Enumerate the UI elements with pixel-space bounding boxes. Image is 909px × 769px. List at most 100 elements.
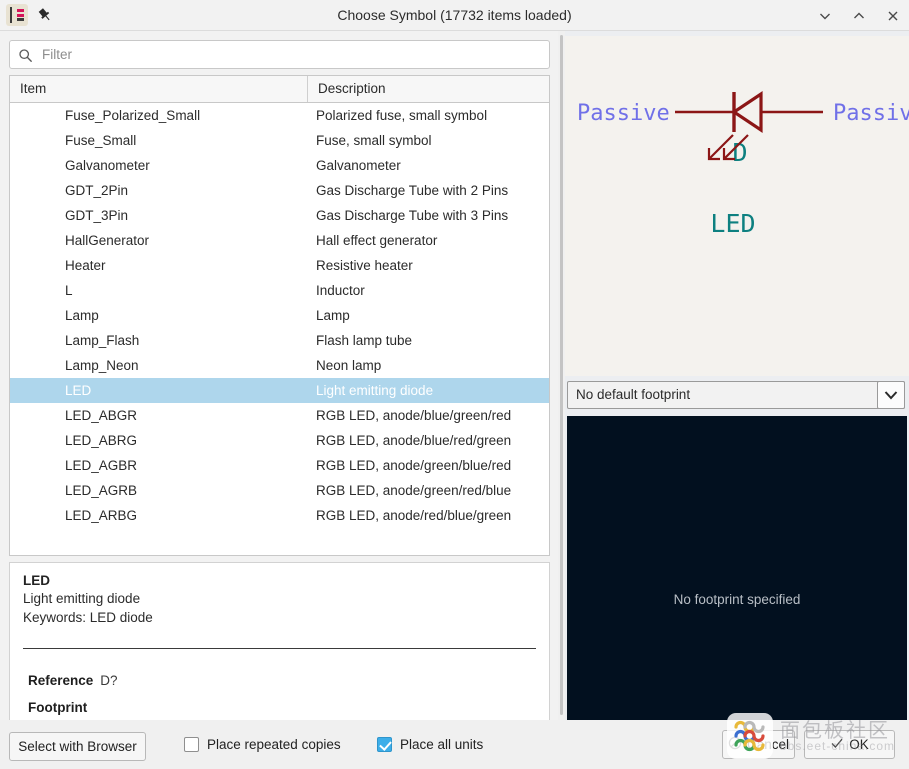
detail-field-reference-label: Reference — [28, 673, 94, 688]
row-item-name: GDT_3Pin — [65, 208, 129, 223]
cancel-label: Cancel — [746, 737, 790, 752]
column-header-item[interactable]: Item — [10, 76, 308, 102]
minimize-button[interactable] — [817, 8, 833, 24]
column-header-description[interactable]: Description — [309, 76, 549, 102]
row-item-name: LED — [65, 383, 92, 398]
left-panel: Item Description Fuse_Polarized_Small Pol… — [0, 31, 558, 751]
table-row[interactable]: Heater Resistive heater — [10, 253, 549, 278]
table-row[interactable]: L Inductor — [10, 278, 549, 303]
table-row[interactable]: LED_AGRB RGB LED, anode/green/red/blue — [10, 478, 549, 503]
footprint-select-value: No default footprint — [576, 387, 691, 402]
table-row[interactable]: HallGenerator Hall effect generator — [10, 228, 549, 253]
ok-button[interactable]: OK — [804, 730, 895, 759]
footprint-select[interactable]: No default footprint — [567, 381, 905, 409]
row-item-description: Galvanometer — [316, 158, 401, 173]
footprint-select-chevron-down-icon[interactable] — [877, 381, 905, 409]
table-row[interactable]: Lamp_Neon Neon lamp — [10, 353, 549, 378]
panel-splitter[interactable] — [558, 31, 565, 720]
row-item-name: GDT_2Pin — [65, 183, 129, 198]
detail-description: Light emitting diode — [23, 591, 141, 606]
table-row[interactable]: Fuse_Small Fuse, small symbol — [10, 128, 549, 153]
cancel-button[interactable]: Cancel — [722, 730, 795, 759]
row-item-description: RGB LED, anode/blue/green/red — [316, 408, 512, 423]
window-controls — [817, 0, 901, 31]
maximize-button[interactable] — [851, 8, 867, 24]
row-item-name: LED_AGBR — [65, 458, 138, 473]
table-row[interactable]: Fuse_Polarized_Small Polarized fuse, smal… — [10, 103, 549, 128]
row-item-name: HallGenerator — [65, 233, 150, 248]
row-item-description: RGB LED, anode/red/blue/green — [316, 508, 512, 523]
table-row[interactable]: Galvanometer Galvanometer — [10, 153, 549, 178]
filter-field[interactable] — [9, 40, 550, 69]
table-row[interactable]: Lamp_Flash Flash lamp tube — [10, 328, 549, 353]
row-item-description: RGB LED, anode/green/red/blue — [316, 483, 512, 498]
detail-divider — [23, 648, 536, 649]
table-row[interactable]: LED Light emitting diode — [10, 378, 549, 403]
place-repeated-copies-box[interactable] — [184, 737, 199, 752]
row-item-description: Polarized fuse, small symbol — [316, 108, 488, 123]
table-row[interactable]: LED_ABGR RGB LED, anode/blue/green/red — [10, 403, 549, 428]
row-item-name: LED_ABRG — [65, 433, 138, 448]
table-row[interactable]: LED_AGBR RGB LED, anode/green/blue/red — [10, 453, 549, 478]
row-item-description: RGB LED, anode/green/blue/red — [316, 458, 512, 473]
check-icon — [830, 736, 844, 753]
right-panel: LED D Passive Passiv No default footprin… — [565, 31, 909, 750]
row-item-name: L — [65, 283, 73, 298]
table-row[interactable]: LED_ABRG RGB LED, anode/blue/red/green — [10, 428, 549, 453]
select-with-browser-button[interactable]: Select with Browser — [9, 732, 146, 761]
row-item-description: Neon lamp — [316, 358, 382, 373]
table-row[interactable]: Lamp Lamp — [10, 303, 549, 328]
row-item-name: Fuse_Small — [65, 133, 137, 148]
detail-title: LED — [23, 573, 50, 588]
list-rows: Fuse_Polarized_Small Polarized fuse, smal… — [10, 103, 549, 555]
cancel-icon — [728, 736, 742, 753]
row-item-description: Gas Discharge Tube with 2 Pins — [316, 183, 509, 198]
window-title: Choose Symbol (17732 items loaded) — [337, 7, 572, 23]
close-button[interactable] — [885, 8, 901, 24]
select-with-browser-label: Select with Browser — [18, 739, 137, 754]
table-row[interactable]: GDT_3Pin Gas Discharge Tube with 3 Pins — [10, 203, 549, 228]
detail-field-reference-value: D? — [100, 673, 118, 688]
table-row[interactable]: LED_ARBG RGB LED, anode/red/blue/green — [10, 503, 549, 528]
detail-field-footprint: Footprint — [28, 700, 94, 715]
footprint-preview-canvas[interactable]: No footprint specified — [567, 416, 907, 750]
ok-label: OK — [849, 737, 869, 752]
title-bar: Choose Symbol (17732 items loaded) — [0, 0, 909, 31]
row-item-description: Lamp — [316, 308, 350, 323]
detail-field-footprint-label: Footprint — [28, 700, 88, 715]
table-row[interactable]: GDT_2Pin Gas Discharge Tube with 2 Pins — [10, 178, 549, 203]
row-item-description: Hall effect generator — [316, 233, 438, 248]
row-item-name: LED_ABGR — [65, 408, 138, 423]
place-all-units-label: Place all units — [400, 737, 484, 752]
symbol-pin-right-text: Passive — [833, 101, 909, 126]
choose-symbol-dialog: Choose Symbol (17732 items loaded) Filte… — [0, 0, 909, 769]
detail-keywords: Keywords: LED diode — [23, 610, 153, 625]
symbol-pin-left-text: Passive — [577, 101, 670, 126]
row-item-description: RGB LED, anode/blue/red/green — [316, 433, 512, 448]
symbol-reference-text: LED — [710, 209, 755, 238]
row-item-name: Lamp_Neon — [65, 358, 139, 373]
place-repeated-copies-checkbox[interactable]: Place repeated copies — [184, 737, 341, 752]
place-repeated-copies-label: Place repeated copies — [207, 737, 341, 752]
place-all-units-box[interactable] — [377, 737, 392, 752]
row-item-description: Light emitting diode — [316, 383, 434, 398]
footprint-preview-message: No footprint specified — [673, 592, 801, 607]
row-item-name: Lamp_Flash — [65, 333, 140, 348]
splitter-handle[interactable] — [560, 35, 563, 715]
bottom-bar: Select with Browser Place repeated copie… — [0, 720, 909, 769]
detail-field-reference: Reference D? — [28, 673, 118, 688]
search-input[interactable] — [40, 41, 545, 68]
row-item-name: Galvanometer — [65, 158, 150, 173]
symbol-preview-canvas[interactable]: LED D Passive Passiv — [565, 36, 909, 376]
symbol-list[interactable]: Item Description Fuse_Polarized_Small Pol… — [9, 75, 550, 556]
place-all-units-checkbox[interactable]: Place all units — [377, 737, 483, 752]
row-item-name: LED_AGRB — [65, 483, 138, 498]
row-item-description: Inductor — [316, 283, 365, 298]
row-item-name: LED_ARBG — [65, 508, 138, 523]
row-item-description: Fuse, small symbol — [316, 133, 432, 148]
row-item-description: Flash lamp tube — [316, 333, 413, 348]
row-item-name: Heater — [65, 258, 106, 273]
search-icon — [18, 48, 33, 63]
row-item-name: Fuse_Polarized_Small — [65, 108, 201, 123]
list-header: Item Description — [10, 76, 549, 103]
